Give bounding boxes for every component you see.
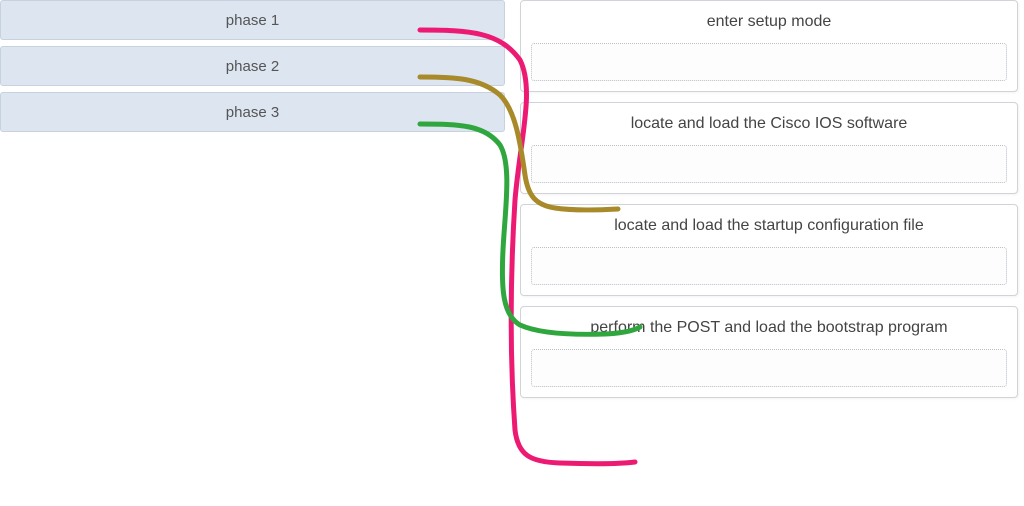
answer-card-1: enter setup mode — [520, 0, 1018, 92]
answer-title: locate and load the Cisco IOS software — [531, 115, 1007, 133]
answer-title: locate and load the startup configuratio… — [531, 217, 1007, 235]
answer-list: enter setup mode locate and load the Cis… — [520, 0, 1018, 408]
phase-list: phase 1 phase 2 phase 3 — [0, 0, 505, 138]
phase-item-3[interactable]: phase 3 — [0, 92, 505, 132]
phase-label: phase 1 — [226, 12, 279, 29]
matching-diagram: phase 1 phase 2 phase 3 enter setup mode… — [0, 0, 1024, 506]
answer-card-4: perform the POST and load the bootstrap … — [520, 306, 1018, 398]
phase-item-1[interactable]: phase 1 — [0, 0, 505, 40]
phase-label: phase 2 — [226, 58, 279, 75]
answer-title: perform the POST and load the bootstrap … — [531, 319, 1007, 337]
phase-label: phase 3 — [226, 104, 279, 121]
answer-drop-slot[interactable] — [531, 349, 1007, 387]
answer-drop-slot[interactable] — [531, 145, 1007, 183]
answer-title: enter setup mode — [531, 13, 1007, 31]
answer-drop-slot[interactable] — [531, 43, 1007, 81]
answer-card-3: locate and load the startup configuratio… — [520, 204, 1018, 296]
phase-item-2[interactable]: phase 2 — [0, 46, 505, 86]
answer-card-2: locate and load the Cisco IOS software — [520, 102, 1018, 194]
answer-drop-slot[interactable] — [531, 247, 1007, 285]
